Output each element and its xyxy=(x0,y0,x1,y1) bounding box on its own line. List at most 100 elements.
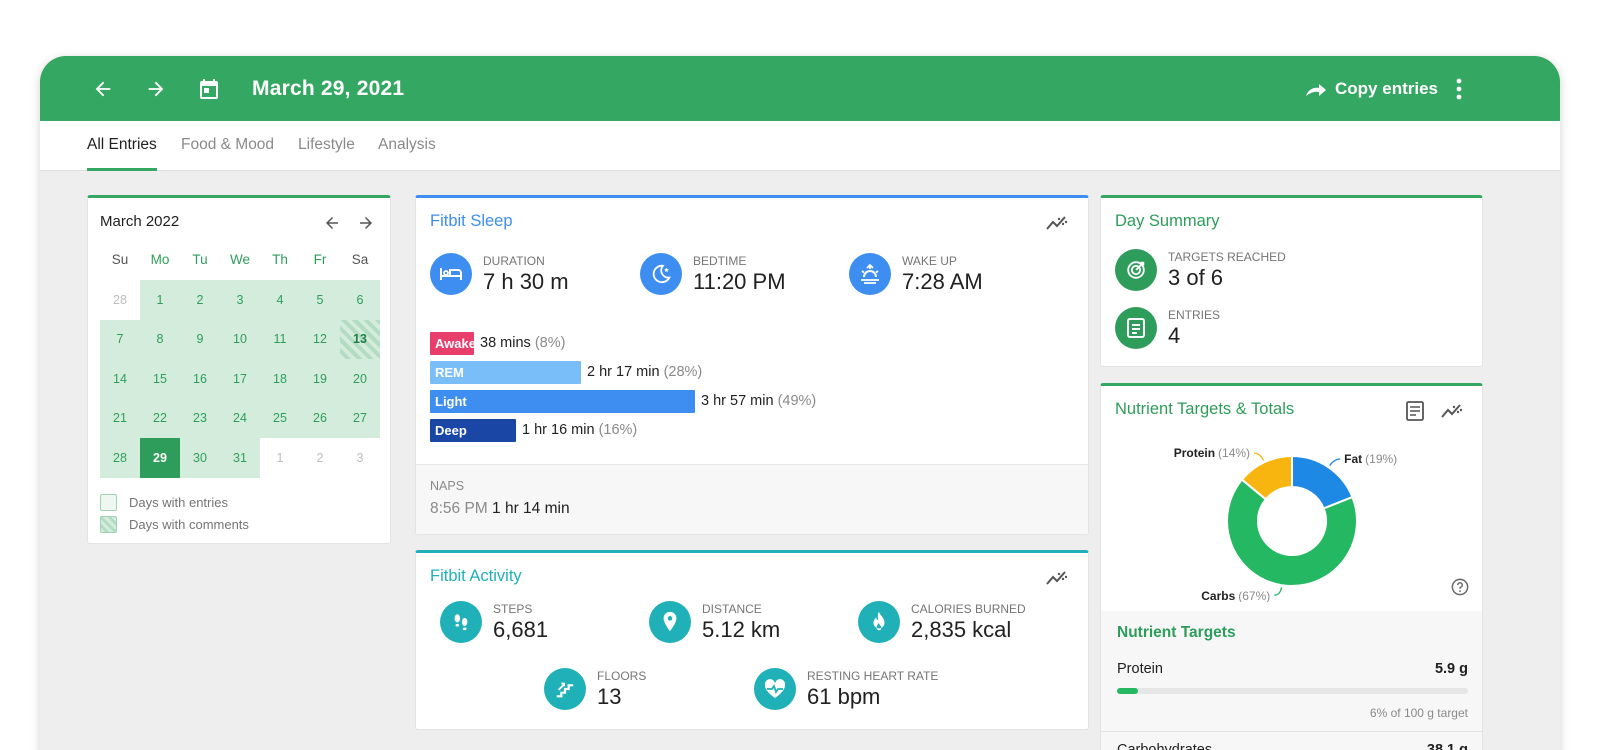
calendar-day[interactable]: 31 xyxy=(220,438,260,478)
help-icon[interactable] xyxy=(1447,574,1473,600)
redo-icon xyxy=(1306,83,1327,96)
calendar-day[interactable]: 24 xyxy=(220,398,260,438)
donut-label-percent: (19%) xyxy=(1365,452,1397,466)
calendar-day[interactable]: 21 xyxy=(100,398,140,438)
calendar-day[interactable]: 30 xyxy=(180,438,220,478)
calendar-day-selected[interactable]: 29 xyxy=(140,438,180,478)
macro-donut-chart: Fat (19%) Carbs (67%) Protein (14%) xyxy=(1174,446,1397,602)
legend-comments-label: Days with comments xyxy=(129,517,249,532)
nutrient-targets-heading: Nutrient Targets xyxy=(1117,624,1236,641)
tab-lifestyle[interactable]: Lifestyle xyxy=(298,121,355,171)
calendar-day[interactable]: 17 xyxy=(220,359,260,399)
calendar-day[interactable]: 13 xyxy=(340,319,380,359)
flame-icon xyxy=(858,601,900,643)
naps-label: NAPS xyxy=(430,479,465,493)
tab-food-mood[interactable]: Food & Mood xyxy=(181,121,274,171)
tab-analysis[interactable]: Analysis xyxy=(378,121,436,171)
calendar-day[interactable]: 18 xyxy=(260,359,300,399)
calendar-day[interactable]: 3 xyxy=(340,438,380,478)
footsteps-icon xyxy=(440,601,482,643)
calendar-icon[interactable] xyxy=(192,56,226,121)
sleep-stage-percent: (49%) xyxy=(777,393,817,409)
activity-heart-rate: RESTING HEART RATE 61 bpm xyxy=(754,668,938,710)
calendar-day[interactable]: 25 xyxy=(260,398,300,438)
donut-leader-line xyxy=(1254,452,1265,461)
nutrient-targets-card: Nutrient Targets & Totals Fat (19%) Carbs(… xyxy=(1100,383,1483,750)
protein-value: 5.9 g xyxy=(1434,661,1468,677)
calendar-day[interactable]: 28 xyxy=(100,438,140,478)
calendar-day[interactable]: 2 xyxy=(180,280,220,320)
tab-all-entries[interactable]: All Entries xyxy=(87,121,157,171)
calendar-next-icon[interactable] xyxy=(353,210,379,236)
legend-comments: Days with comments xyxy=(100,516,249,533)
sleep-stage-text: 2 hr 17 min (28%) xyxy=(587,361,702,384)
protein-progress-fill xyxy=(1117,688,1139,694)
calendar-day[interactable]: 2 xyxy=(300,438,340,478)
calendar-day[interactable]: 14 xyxy=(100,359,140,399)
activity-calories: CALORIES BURNED 2,835 kcal xyxy=(858,601,1026,643)
copy-entries-label: Copy entries xyxy=(1335,78,1438,98)
distance-value: 5.12 km xyxy=(702,616,781,642)
more-vert-icon[interactable] xyxy=(1442,56,1476,121)
floors-label: FLOORS xyxy=(597,668,647,683)
calendar-day[interactable]: 3 xyxy=(220,280,260,320)
list-icon[interactable] xyxy=(1402,398,1428,424)
moon-icon xyxy=(640,253,682,295)
target-icon xyxy=(1115,249,1157,291)
donut-label-percent: (14%) xyxy=(1218,446,1250,460)
calendar-day[interactable]: 23 xyxy=(180,398,220,438)
calendar-day[interactable]: 1 xyxy=(260,438,300,478)
calendar-day[interactable]: 19 xyxy=(300,359,340,399)
trend-chart-icon[interactable] xyxy=(1044,565,1070,591)
bed-icon xyxy=(430,253,472,295)
weekday-label: Fr xyxy=(313,252,327,267)
calendar-day[interactable]: 8 xyxy=(140,319,180,359)
calendar-day[interactable]: 11 xyxy=(260,319,300,359)
sleep-stage-text: 1 hr 16 min (16%) xyxy=(522,419,637,442)
current-date[interactable]: March 29, 2021 xyxy=(252,56,404,121)
tabs-bar: All Entries Food & Mood Lifestyle Analys… xyxy=(40,121,1560,171)
calendar-day[interactable]: 10 xyxy=(220,319,260,359)
donut-label-name: Carbs xyxy=(1201,589,1235,602)
wakeup-value: 7:28 AM xyxy=(902,268,983,294)
calendar-day[interactable]: 5 xyxy=(300,280,340,320)
donut-label: Carbs (67%) xyxy=(1201,589,1270,602)
calendar-day[interactable]: 28 xyxy=(100,280,140,320)
calendar-prev-icon[interactable] xyxy=(319,210,345,236)
entries-label: ENTRIES xyxy=(1168,307,1221,322)
calendar-day[interactable]: 16 xyxy=(180,359,220,399)
app-window: March 29, 2021 Copy entries All Entries … xyxy=(40,56,1560,750)
sleep-stage-time: 3 hr 57 min xyxy=(701,393,774,409)
sleep-duration: DURATION 7 h 30 m xyxy=(430,253,569,295)
weekday-label: We xyxy=(229,252,250,267)
calendar-day[interactable]: 27 xyxy=(340,398,380,438)
back-arrow-icon[interactable] xyxy=(86,56,120,121)
sleep-stage-time: 2 hr 17 min xyxy=(587,364,660,380)
entries-value: 4 xyxy=(1168,322,1181,348)
copy-entries-button[interactable]: Copy entries xyxy=(1303,56,1438,121)
activity-distance: DISTANCE 5.12 km xyxy=(649,601,780,643)
calendar-day[interactable]: 26 xyxy=(300,398,340,438)
protein-progress-track xyxy=(1117,688,1468,694)
calendar-day[interactable]: 15 xyxy=(140,359,180,399)
protein-label: Protein xyxy=(1117,661,1163,677)
calendar-day[interactable]: 22 xyxy=(140,398,180,438)
sleep-stage-bar: Light xyxy=(430,390,695,413)
weekday-label: Mo xyxy=(150,252,170,267)
nutrient-title: Nutrient Targets & Totals xyxy=(1115,400,1295,418)
bedtime-value: 11:20 PM xyxy=(693,268,786,294)
location-pin-icon xyxy=(649,601,691,643)
activity-title: Fitbit Activity xyxy=(430,567,522,585)
trend-chart-icon[interactable] xyxy=(1439,398,1465,424)
calendar-day[interactable]: 6 xyxy=(340,280,380,320)
donut-label: Fat (19%) xyxy=(1344,452,1397,466)
carbs-value: 38.1 g xyxy=(1426,742,1468,750)
forward-arrow-icon[interactable] xyxy=(139,56,173,121)
calendar-day[interactable]: 4 xyxy=(260,280,300,320)
calendar-day[interactable]: 1 xyxy=(140,280,180,320)
calendar-day[interactable]: 7 xyxy=(100,319,140,359)
calendar-day[interactable]: 20 xyxy=(340,359,380,399)
trend-chart-icon[interactable] xyxy=(1044,210,1070,236)
calendar-day[interactable]: 9 xyxy=(180,319,220,359)
calendar-day[interactable]: 12 xyxy=(300,319,340,359)
